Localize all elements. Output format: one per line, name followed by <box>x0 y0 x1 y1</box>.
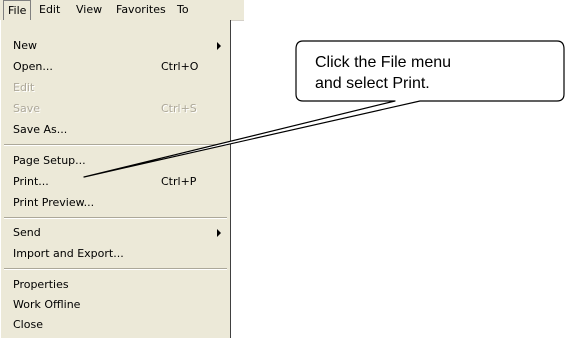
callout-bubble <box>83 40 565 178</box>
callout-line-2: and select Print. <box>315 75 430 92</box>
callout-line-1: Click the File menu <box>315 54 452 71</box>
callout-text: Click the File menu and select Print. <box>315 52 451 94</box>
